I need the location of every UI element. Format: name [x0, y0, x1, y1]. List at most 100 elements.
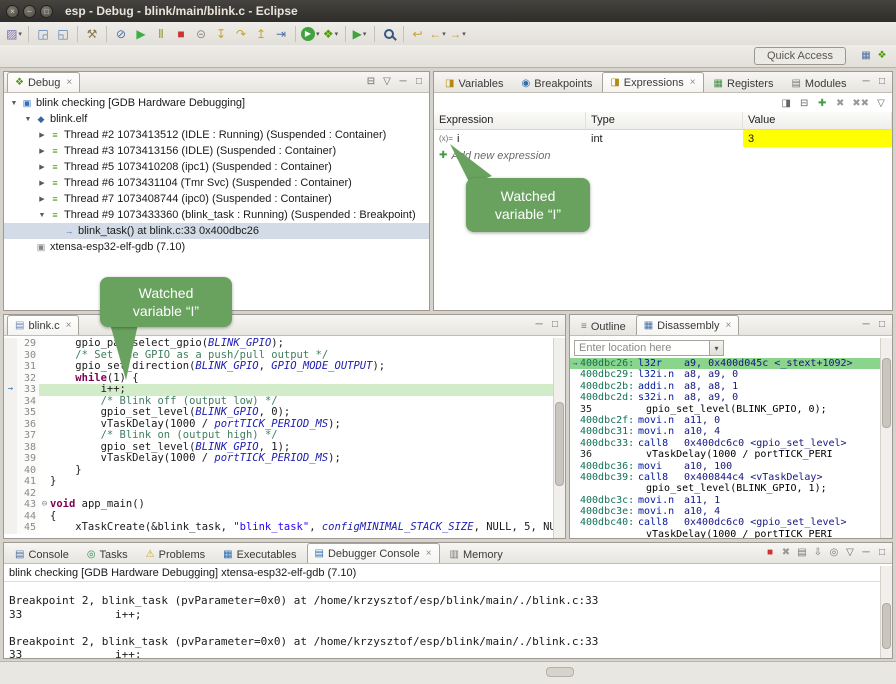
view-menu-icon[interactable]: ▽	[844, 547, 856, 559]
code-line[interactable]: 43⊖void app_main()	[4, 499, 565, 511]
annotation-ruler[interactable]	[4, 338, 17, 350]
annotation-ruler[interactable]	[4, 373, 17, 385]
line-number[interactable]: 43	[17, 499, 39, 511]
annotation-ruler[interactable]	[4, 350, 17, 362]
scrollbar-thumb[interactable]	[555, 402, 564, 486]
maximize-icon[interactable]: □	[876, 76, 888, 88]
titlebar[interactable]: × − □ esp - Debug - blink/main/blink.c -…	[0, 0, 896, 22]
line-number[interactable]: 40	[17, 465, 39, 477]
remove-expression-icon[interactable]: ✖	[834, 98, 846, 110]
add-expression-row[interactable]: ✚ Add new expression	[434, 147, 892, 164]
column-header-expression[interactable]: Expression	[434, 112, 586, 129]
fold-marker[interactable]: ⊖	[39, 499, 50, 511]
dropdown-caret-icon[interactable]: ▾	[462, 30, 466, 38]
toolbar-forward-button[interactable]: →▾	[448, 24, 468, 44]
annotation-ruler[interactable]	[4, 522, 17, 534]
disassembly-listing[interactable]: →400dbc26:l32ra9, 0x400d045c <_stext+109…	[570, 358, 880, 538]
annotation-ruler[interactable]	[4, 396, 17, 408]
line-number[interactable]: 34	[17, 396, 39, 408]
tab-registers[interactable]: ▦Registers	[706, 74, 782, 92]
value-cell[interactable]: 3	[743, 130, 892, 147]
debug-tree-item[interactable]: ▶≡Thread #2 1073413512 (IDLE : Running) …	[4, 127, 429, 143]
debug-tree-item[interactable]: ▼◆blink.elf	[4, 111, 429, 127]
window-maximize-button[interactable]: □	[40, 5, 53, 18]
annotation-ruler[interactable]	[4, 511, 17, 523]
code-line[interactable]: 45 xTaskCreate(&blink_task, "blink_task"…	[4, 522, 565, 534]
tab-executables[interactable]: ▦Executables	[215, 545, 304, 563]
expression-row[interactable]: (x)=iint3	[434, 130, 892, 147]
debug-tree-item[interactable]: ▶≡Thread #3 1073413156 (IDLE) (Suspended…	[4, 143, 429, 159]
disassembly-line[interactable]: 400dbc29:l32i.na8, a9, 0	[570, 369, 880, 380]
add-expression-icon[interactable]: ✚	[816, 98, 828, 110]
minimize-icon[interactable]: ─	[860, 76, 872, 88]
dropdown-caret-icon[interactable]: ▾	[335, 30, 339, 38]
line-number[interactable]: 29	[17, 338, 39, 350]
close-icon[interactable]: ×	[66, 77, 72, 88]
instruction-pointer-icon[interactable]: →	[4, 384, 17, 396]
disassembly-vertical-scrollbar[interactable]	[880, 338, 892, 538]
annotation-ruler[interactable]	[4, 419, 17, 431]
code-line[interactable]: 39 vTaskDelay(1000 / portTICK_PERIOD_MS)…	[4, 453, 565, 465]
view-menu-icon[interactable]: ▽	[875, 98, 887, 110]
tab-console[interactable]: ▤Console	[7, 545, 77, 563]
disassembly-line[interactable]: vTaskDelay(1000 / portTICK_PERI	[570, 529, 880, 538]
line-number[interactable]: 37	[17, 430, 39, 442]
collapse-all-icon[interactable]: ⊟	[365, 76, 377, 88]
debug-tree-item[interactable]: ▣xtensa-esp32-elf-gdb (7.10)	[4, 239, 429, 255]
minimize-icon[interactable]: ─	[860, 547, 872, 559]
disassembly-line[interactable]: 400dbc3e:movi.na10, 4	[570, 506, 880, 517]
tab-problems[interactable]: ⚠Problems	[138, 545, 213, 563]
disassembly-line[interactable]: 400dbc2b:addi.na8, a8, 1	[570, 381, 880, 392]
open-perspective-icon[interactable]: ▦	[860, 50, 872, 62]
disassembly-line[interactable]: →400dbc26:l32ra9, 0x400d045c <_stext+109…	[570, 358, 880, 369]
disassembly-line[interactable]: 400dbc33:call80x400dc6c0 <gpio_set_level…	[570, 438, 880, 449]
minimize-icon[interactable]: ─	[533, 319, 545, 331]
annotation-ruler[interactable]	[4, 407, 17, 419]
expander-icon[interactable]: ▼	[22, 116, 34, 123]
toolbar-instruction-stepping-button[interactable]: ⇥	[271, 24, 291, 44]
tab-expressions[interactable]: ◨Expressions×	[602, 72, 703, 92]
disassembly-line[interactable]: 35gpio_set_level(BLINK_GPIO, 0);	[570, 404, 880, 415]
column-header-value[interactable]: Value	[743, 112, 892, 129]
toolbar-terminate-button[interactable]: ■	[171, 24, 191, 44]
code-line[interactable]: 41}	[4, 476, 565, 488]
line-number[interactable]: 33	[17, 384, 39, 396]
pin-console-icon[interactable]: ◎	[828, 547, 840, 559]
location-input[interactable]: Enter location here	[575, 342, 709, 354]
annotation-ruler[interactable]	[4, 499, 17, 511]
toolbar-new-wizard-button[interactable]: ▨▾	[4, 24, 24, 44]
window-minimize-button[interactable]: −	[23, 5, 36, 18]
dropdown-caret-icon[interactable]: ▾	[442, 30, 446, 38]
toolbar-step-into-button[interactable]: ↧	[211, 24, 231, 44]
disassembly-line[interactable]: 400dbc2d:s32i.na8, a9, 0	[570, 392, 880, 403]
annotation-ruler[interactable]	[4, 361, 17, 373]
maximize-icon[interactable]: □	[876, 547, 888, 559]
line-number[interactable]: 38	[17, 442, 39, 454]
tab-debugger-console[interactable]: ▤Debugger Console×	[307, 543, 440, 563]
line-number[interactable]: 30	[17, 350, 39, 362]
toolbar-debug-button[interactable]: ❖▾	[321, 24, 341, 44]
code-editor[interactable]: 29 gpio_pad_select_gpio(BLINK_GPIO);30 /…	[4, 338, 565, 538]
close-icon[interactable]: ×	[690, 77, 696, 88]
annotation-ruler[interactable]	[4, 488, 17, 500]
annotation-ruler[interactable]	[4, 476, 17, 488]
clear-console-icon[interactable]: ▤	[796, 547, 808, 559]
expander-icon[interactable]: ▶	[36, 131, 48, 139]
line-number[interactable]: 36	[17, 419, 39, 431]
disassembly-line[interactable]: 36vTaskDelay(1000 / portTICK_PERI	[570, 449, 880, 460]
toolbar-save-all-button[interactable]: ◱	[53, 24, 73, 44]
debug-tree-item[interactable]: ▶≡Thread #6 1073431104 (Tmr Svc) (Suspen…	[4, 175, 429, 191]
minimize-icon[interactable]: ─	[860, 319, 872, 331]
console-output[interactable]: Breakpoint 2, blink_task (pvParameter=0x…	[4, 588, 880, 658]
toolbar-save-button[interactable]: ◲	[33, 24, 53, 44]
toolbar-run-button[interactable]: ▶▾	[300, 24, 321, 44]
maximize-icon[interactable]: □	[876, 319, 888, 331]
disassembly-line[interactable]: 400dbc39:call80x400844c4 <vTaskDelay>	[570, 472, 880, 483]
expander-icon[interactable]: ▼	[36, 212, 48, 219]
toolbar-back-button[interactable]: ←▾	[428, 24, 448, 44]
disassembly-line[interactable]: 400dbc36:movia10, 100	[570, 461, 880, 472]
disassembly-line[interactable]: 400dbc2f:movi.na11, 0	[570, 415, 880, 426]
line-number[interactable]: 45	[17, 522, 39, 534]
scroll-lock-icon[interactable]: ⇩	[812, 547, 824, 559]
toolbar-disconnect-button[interactable]: ⊝	[191, 24, 211, 44]
